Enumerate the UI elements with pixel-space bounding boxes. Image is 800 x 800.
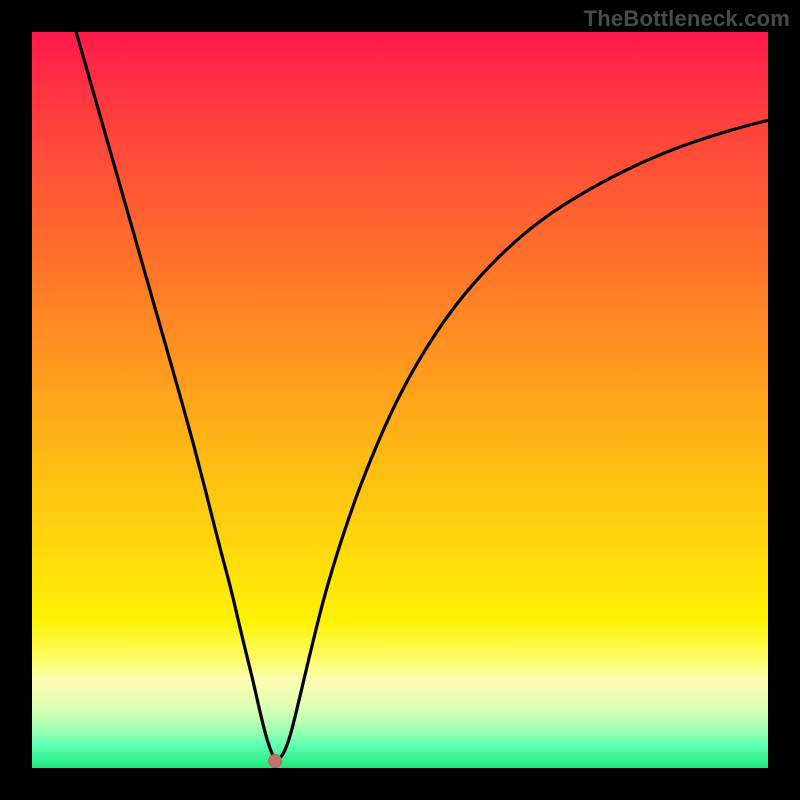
- curve-path: [76, 32, 768, 759]
- bottleneck-curve: [32, 32, 768, 768]
- optimal-point-marker: [268, 754, 282, 768]
- chart-plot-area: [32, 32, 768, 768]
- watermark-label: TheBottleneck.com: [584, 6, 790, 32]
- chart-frame: TheBottleneck.com: [0, 0, 800, 800]
